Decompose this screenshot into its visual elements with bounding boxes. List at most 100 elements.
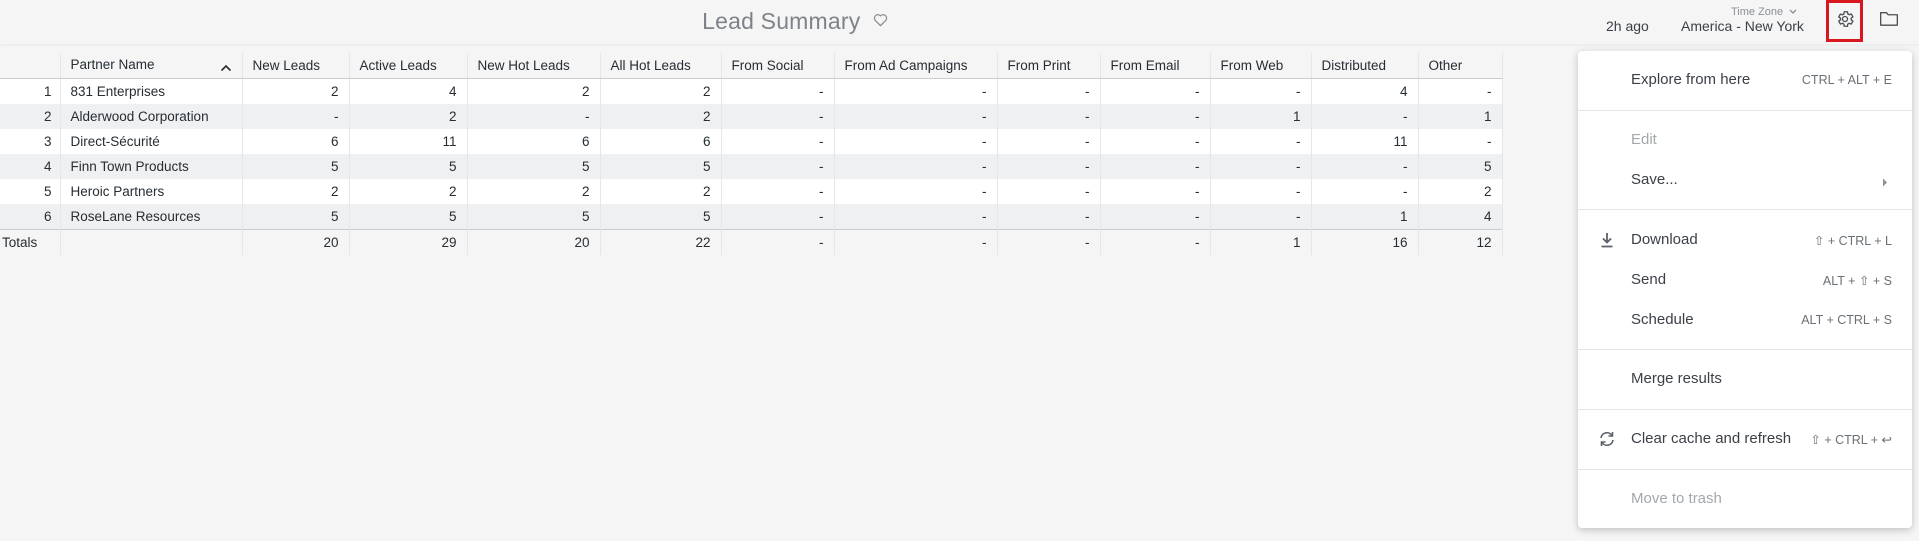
table-cell[interactable]: 2: [600, 179, 722, 204]
table-cell[interactable]: -: [1210, 179, 1312, 204]
menu-item-clear-cache[interactable]: Clear cache and refresh ⇧ + CTRL + ↩: [1578, 420, 1912, 458]
table-cell[interactable]: 2: [467, 179, 601, 204]
timezone-value[interactable]: America - New York: [1681, 18, 1804, 34]
menu-item-save[interactable]: Save...: [1578, 161, 1912, 199]
table-cell[interactable]: -: [1100, 179, 1211, 204]
folder-button[interactable]: [1877, 10, 1901, 32]
table-cell[interactable]: 6: [467, 129, 601, 154]
table-cell[interactable]: -: [721, 179, 835, 204]
table-cell[interactable]: -: [721, 129, 835, 154]
table-cell[interactable]: 5: [600, 204, 722, 230]
table-cell[interactable]: 1: [1210, 104, 1312, 129]
column-header-from-email[interactable]: From Email: [1100, 53, 1211, 79]
table-cell[interactable]: 5: [242, 204, 350, 230]
table-cell[interactable]: 5: [600, 154, 722, 179]
table-cell[interactable]: -: [467, 104, 601, 129]
table-cell[interactable]: -: [1210, 129, 1312, 154]
table-cell[interactable]: -: [997, 154, 1101, 179]
table-cell[interactable]: 6: [600, 129, 722, 154]
table-cell[interactable]: -: [721, 78, 835, 104]
table-cell[interactable]: 5: [349, 204, 468, 230]
partner-name-cell[interactable]: Finn Town Products: [60, 154, 243, 179]
partner-name-cell[interactable]: 831 Enterprises: [60, 78, 243, 104]
menu-item-merge-results[interactable]: Merge results: [1578, 360, 1912, 398]
menu-item-download[interactable]: Download ⇧ + CTRL + L: [1578, 221, 1912, 259]
table-cell[interactable]: 11: [1311, 129, 1419, 154]
table-cell[interactable]: 6: [242, 129, 350, 154]
table-cell[interactable]: -: [1418, 78, 1503, 104]
table-cell[interactable]: 2: [600, 104, 722, 129]
table-cell[interactable]: 5: [467, 154, 601, 179]
table-cell[interactable]: -: [997, 104, 1101, 129]
menu-item-send[interactable]: Send ALT + ⇧ + S: [1578, 261, 1912, 299]
table-cell[interactable]: -: [834, 104, 998, 129]
column-header-partner-name[interactable]: Partner Name: [60, 53, 243, 79]
table-cell[interactable]: -: [1311, 179, 1419, 204]
column-header-new-hot-leads[interactable]: New Hot Leads: [467, 53, 601, 79]
table-cell[interactable]: 2: [467, 78, 601, 104]
table-cell[interactable]: -: [1100, 154, 1211, 179]
table-cell[interactable]: 4: [1418, 204, 1503, 230]
menu-item-schedule[interactable]: Schedule ALT + CTRL + S: [1578, 301, 1912, 339]
sort-asc-icon[interactable]: [220, 60, 232, 75]
table-cell[interactable]: -: [997, 78, 1101, 104]
table-cell[interactable]: -: [721, 154, 835, 179]
table-cell[interactable]: -: [721, 104, 835, 129]
table-cell[interactable]: 2: [600, 78, 722, 104]
column-header-from-web[interactable]: From Web: [1210, 53, 1312, 79]
table-cell[interactable]: -: [1210, 78, 1312, 104]
dashboard-settings-button[interactable]: [1826, 0, 1863, 42]
table-cell[interactable]: 4: [1311, 78, 1419, 104]
table-cell[interactable]: 4: [349, 78, 468, 104]
table-cell[interactable]: -: [834, 129, 998, 154]
partner-name-cell[interactable]: Heroic Partners: [60, 179, 243, 204]
table-cell[interactable]: -: [242, 104, 350, 129]
table-cell[interactable]: -: [1100, 129, 1211, 154]
table-cell[interactable]: -: [834, 154, 998, 179]
column-header-other[interactable]: Other: [1418, 53, 1503, 79]
table-cell[interactable]: -: [997, 179, 1101, 204]
table-cell[interactable]: 1: [1311, 204, 1419, 230]
column-header-distributed[interactable]: Distributed: [1311, 53, 1419, 79]
menu-item-shortcut: ⇧ + CTRL + ↩: [1810, 433, 1892, 447]
table-cell[interactable]: 1: [1418, 104, 1503, 129]
table-cell[interactable]: 2: [349, 104, 468, 129]
table-cell[interactable]: -: [1100, 104, 1211, 129]
table-cell[interactable]: -: [1311, 154, 1419, 179]
table-cell[interactable]: 5: [1418, 154, 1503, 179]
column-header-active-leads[interactable]: Active Leads: [349, 53, 468, 79]
table-cell[interactable]: -: [1311, 104, 1419, 129]
column-header-from-ad-campaigns[interactable]: From Ad Campaigns: [834, 53, 998, 79]
table-cell[interactable]: -: [834, 78, 998, 104]
table-cell[interactable]: 2: [242, 78, 350, 104]
table-cell[interactable]: -: [1100, 78, 1211, 104]
partner-name-cell[interactable]: RoseLane Resources: [60, 204, 243, 230]
column-header-label: Partner Name: [70, 56, 155, 72]
table-cell[interactable]: 2: [242, 179, 350, 204]
timezone-label[interactable]: Time Zone: [1731, 6, 1797, 18]
menu-item-explore[interactable]: Explore from here CTRL + ALT + E: [1578, 61, 1912, 99]
table-cell[interactable]: -: [834, 204, 998, 230]
table-cell[interactable]: -: [1418, 129, 1503, 154]
table-cell[interactable]: 5: [467, 204, 601, 230]
table-cell[interactable]: -: [1210, 204, 1312, 230]
partner-name-cell[interactable]: Alderwood Corporation: [60, 104, 243, 129]
column-header-from-print[interactable]: From Print: [997, 53, 1101, 79]
heart-icon[interactable]: [873, 13, 888, 32]
table-cell[interactable]: 2: [1418, 179, 1503, 204]
table-cell[interactable]: 5: [349, 154, 468, 179]
table-cell[interactable]: -: [1100, 204, 1211, 230]
column-header-all-hot-leads[interactable]: All Hot Leads: [600, 53, 722, 79]
table-cell[interactable]: 11: [349, 129, 468, 154]
table-cell[interactable]: -: [997, 129, 1101, 154]
table-cell[interactable]: -: [997, 204, 1101, 230]
table-cell[interactable]: 2: [349, 179, 468, 204]
column-header-new-leads[interactable]: New Leads: [242, 53, 350, 79]
column-header-from-social[interactable]: From Social: [721, 53, 835, 79]
chevron-down-icon: [1789, 6, 1797, 18]
table-cell[interactable]: -: [721, 204, 835, 230]
table-cell[interactable]: 5: [242, 154, 350, 179]
table-cell[interactable]: -: [834, 179, 998, 204]
table-cell[interactable]: -: [1210, 154, 1312, 179]
partner-name-cell[interactable]: Direct-Sécurité: [60, 129, 243, 154]
